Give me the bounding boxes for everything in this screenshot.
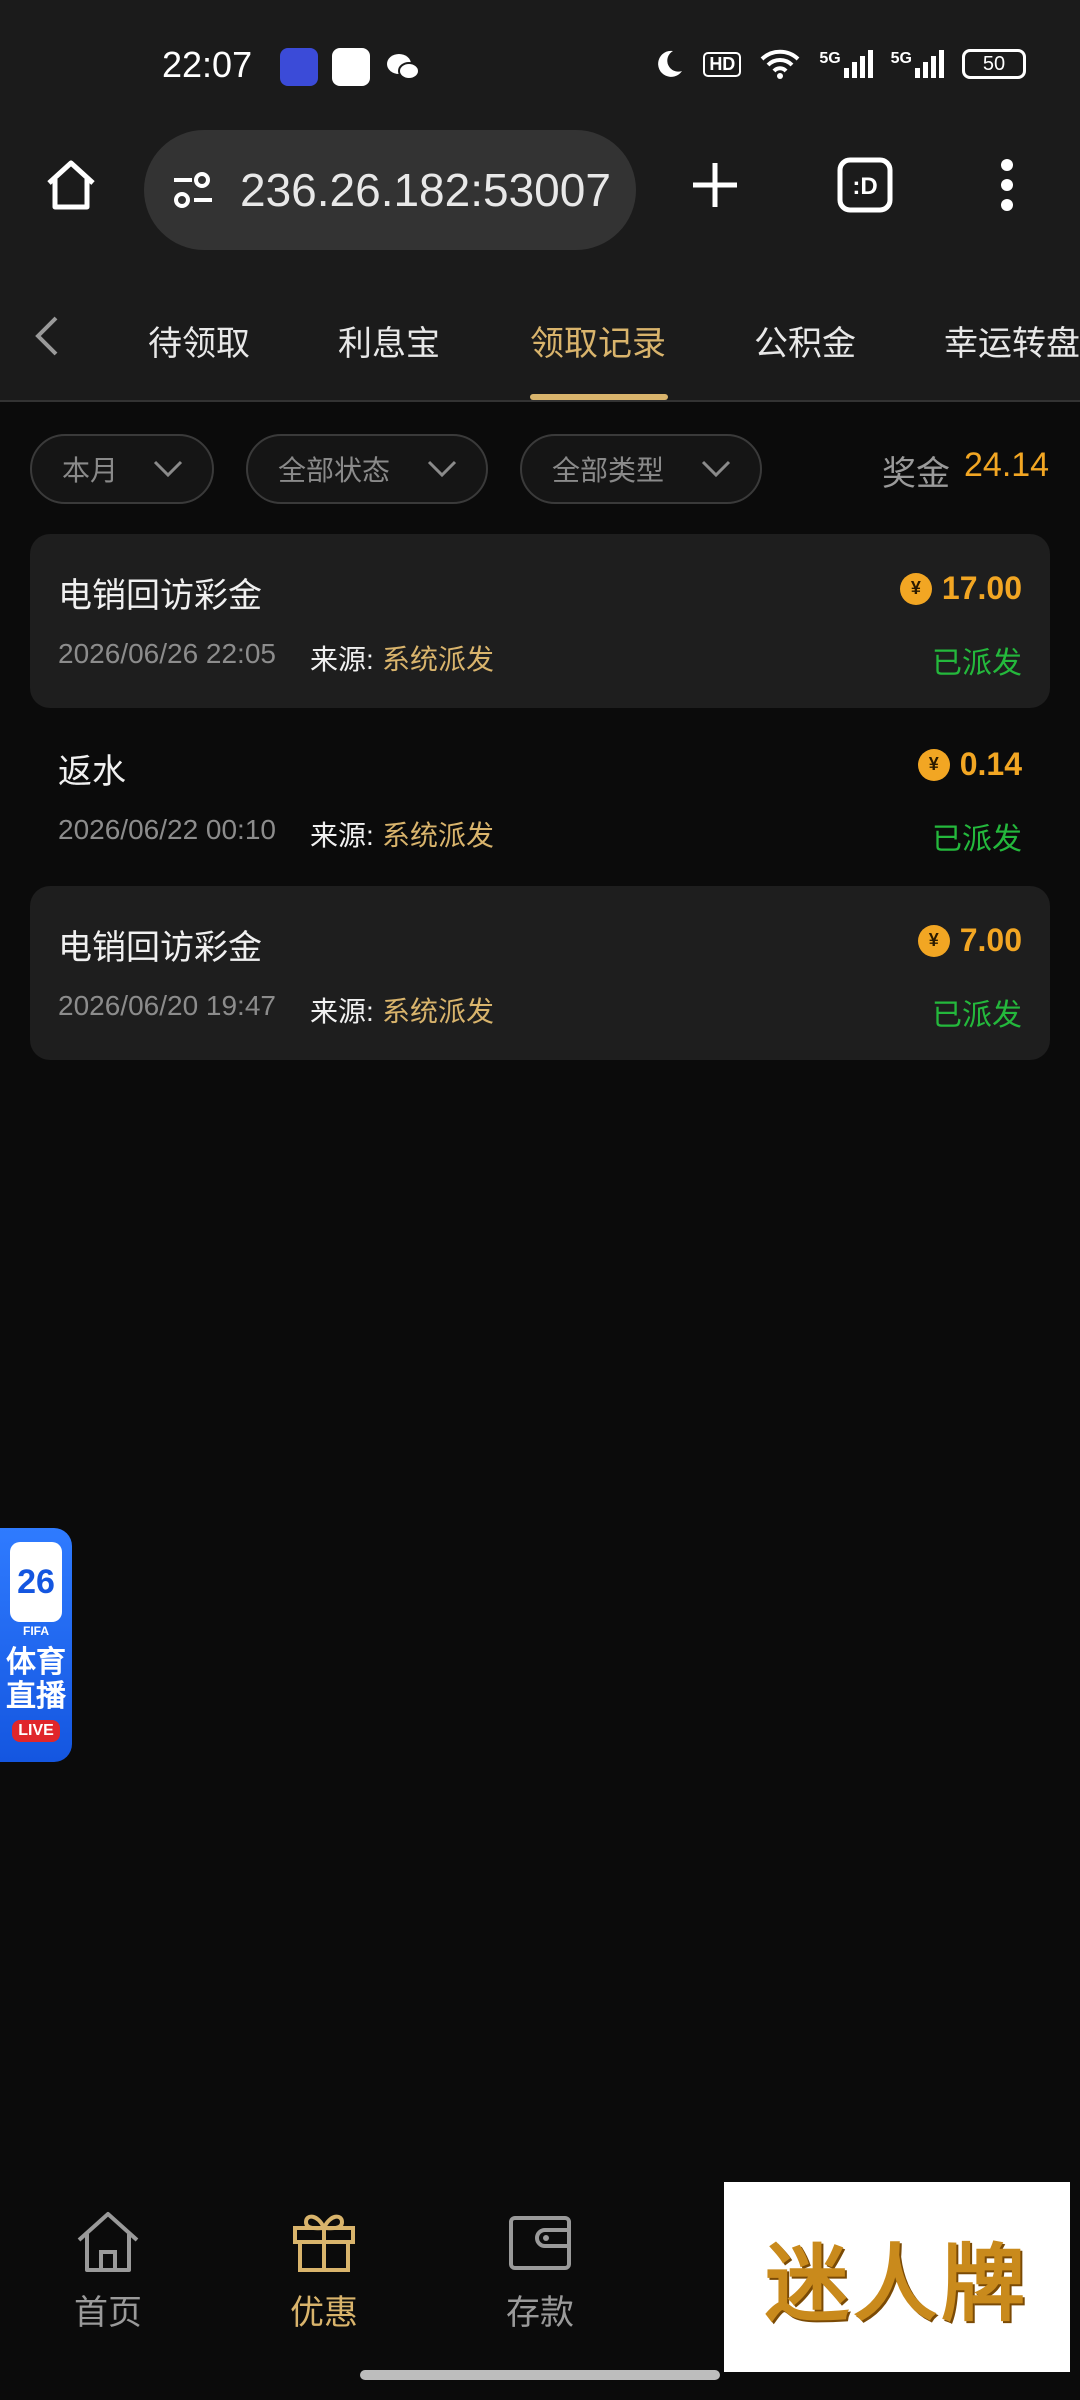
nav-promotions-label: 优惠 [290, 2294, 358, 2332]
plus-icon [693, 163, 737, 207]
record-date: 2026/06/20 19:47 [58, 990, 276, 1021]
baidu-notification-icon [332, 48, 370, 86]
record-item[interactable]: 电销回访彩金 ¥7.00 2026/06/20 19:47 来源: 系统派发 已… [30, 886, 1050, 1060]
network-type-label-2: 5G [890, 50, 912, 67]
record-status: 已派发 [932, 647, 1022, 680]
record-date: 2026/06/26 22:05 [58, 638, 276, 669]
more-vert-icon [1001, 159, 1013, 211]
nav-home[interactable]: 首页 [48, 2208, 168, 2334]
tab-bar: 待领取 利息宝 领取记录 公积金 幸运转盘 [0, 270, 1080, 402]
status-time: 22:07 [162, 44, 253, 85]
signal-icon-2: 5G [891, 50, 944, 78]
record-date: 2026/06/22 00:10 [58, 814, 276, 845]
live-badge: LIVE [12, 1720, 60, 1742]
nav-home-label: 首页 [74, 2294, 142, 2332]
tab-provident-fund[interactable]: 公积金 [754, 316, 856, 365]
record-amount-value: 17.00 [941, 570, 1022, 606]
bonus-total: 24.14 [964, 446, 1050, 484]
tab-switcher-icon: :D [837, 157, 893, 213]
wechat-notification-icon [384, 48, 422, 86]
chevron-down-icon [153, 460, 183, 478]
battery-level: 50 [982, 52, 1006, 75]
bonus-label: 奖金 [882, 455, 950, 493]
record-source-label: 来源: [310, 644, 374, 675]
menu-button[interactable] [972, 150, 1042, 220]
sports-live-badge[interactable]: 26 FIFA 体育 直播 LIVE [0, 1528, 72, 1762]
record-source-label: 来源: [310, 996, 374, 1027]
status-indicators: HD 5G 5G 50 [653, 48, 1026, 80]
address-bar[interactable]: 236.26.182:53007 [144, 130, 636, 250]
signal-icon: 5G [819, 50, 873, 78]
tab-claim-records[interactable]: 领取记录 [530, 316, 666, 365]
record-source: 系统派发 [382, 996, 495, 1027]
wifi-icon [760, 49, 800, 79]
world-cup-number: 26 [17, 1563, 55, 1601]
nav-deposit-label: 存款 [506, 2294, 574, 2332]
status-filter[interactable]: 全部状态 [246, 434, 488, 504]
nav-promotions[interactable]: 优惠 [264, 2208, 384, 2334]
record-source: 系统派发 [382, 644, 495, 675]
tab-lucky-wheel[interactable]: 幸运转盘 [944, 316, 1080, 365]
record-amount: ¥17.00 [899, 570, 1022, 607]
type-filter-label: 全部类型 [552, 455, 665, 486]
coin-icon: ¥ [917, 748, 950, 781]
browser-toolbar: 236.26.182:53007 :D [0, 120, 1080, 270]
record-status: 已派发 [932, 823, 1022, 856]
period-filter[interactable]: 本月 [30, 434, 214, 504]
battery-icon: 50 [962, 49, 1026, 79]
sports-live-line1: 体育 [6, 1646, 66, 1679]
record-item[interactable]: 返水 ¥0.14 2026/06/22 00:10 来源: 系统派发 已派发 [30, 710, 1050, 884]
chevron-down-icon [701, 460, 731, 478]
period-filter-label: 本月 [62, 455, 119, 486]
record-status: 已派发 [932, 999, 1022, 1032]
record-amount: ¥7.00 [917, 922, 1022, 959]
watermark-logo: 迷人牌 [724, 2182, 1070, 2372]
chevron-down-icon [427, 460, 457, 478]
nav-deposit[interactable]: 存款 [480, 2208, 600, 2334]
record-amount-value: 7.00 [959, 922, 1022, 958]
record-amount-value: 0.14 [959, 746, 1022, 782]
gift-icon [293, 2214, 355, 2272]
active-tab-indicator [530, 394, 668, 400]
home-icon [77, 2212, 139, 2272]
svg-text::D: :D [852, 173, 877, 200]
tab-switcher-button[interactable]: :D [830, 150, 900, 220]
record-amount: ¥0.14 [917, 746, 1022, 783]
gesture-home-indicator[interactable] [360, 2370, 720, 2380]
tab-pending[interactable]: 待领取 [148, 316, 250, 365]
wallet-icon [509, 2216, 571, 2270]
fifa-label: FIFA [23, 1624, 49, 1638]
sports-live-line2: 直播 [6, 1680, 66, 1713]
record-source: 系统派发 [382, 820, 495, 851]
moon-icon [658, 50, 683, 77]
watermark-text: 迷人牌 [764, 2233, 1029, 2333]
coin-icon: ¥ [899, 572, 932, 605]
coin-icon: ¥ [917, 924, 950, 957]
app-notification-icon [280, 48, 318, 86]
hd-icon: HD [703, 51, 742, 77]
status-bar: 22:07 HD 5G 5G 50 [0, 0, 1080, 120]
record-source-label: 来源: [310, 820, 374, 851]
sports-live-text: 体育 直播 [6, 1646, 66, 1714]
url-text: 236.26.182:53007 [240, 164, 611, 216]
type-filter[interactable]: 全部类型 [520, 434, 762, 504]
record-title: 电销回访彩金 [58, 577, 262, 615]
network-type-label: 5G [819, 50, 841, 67]
record-item[interactable]: 电销回访彩金 ¥17.00 2026/06/26 22:05 来源: 系统派发 … [30, 534, 1050, 708]
record-title: 返水 [58, 753, 126, 791]
record-title: 电销回访彩金 [58, 929, 262, 967]
tab-interest[interactable]: 利息宝 [338, 316, 440, 365]
chevron-left-icon[interactable] [28, 314, 68, 358]
status-filter-label: 全部状态 [278, 455, 391, 486]
home-icon [47, 160, 95, 210]
site-settings-icon[interactable] [170, 170, 216, 210]
new-tab-button[interactable] [680, 150, 750, 220]
world-cup-logo: 26 [10, 1542, 62, 1622]
home-button[interactable] [36, 150, 106, 220]
